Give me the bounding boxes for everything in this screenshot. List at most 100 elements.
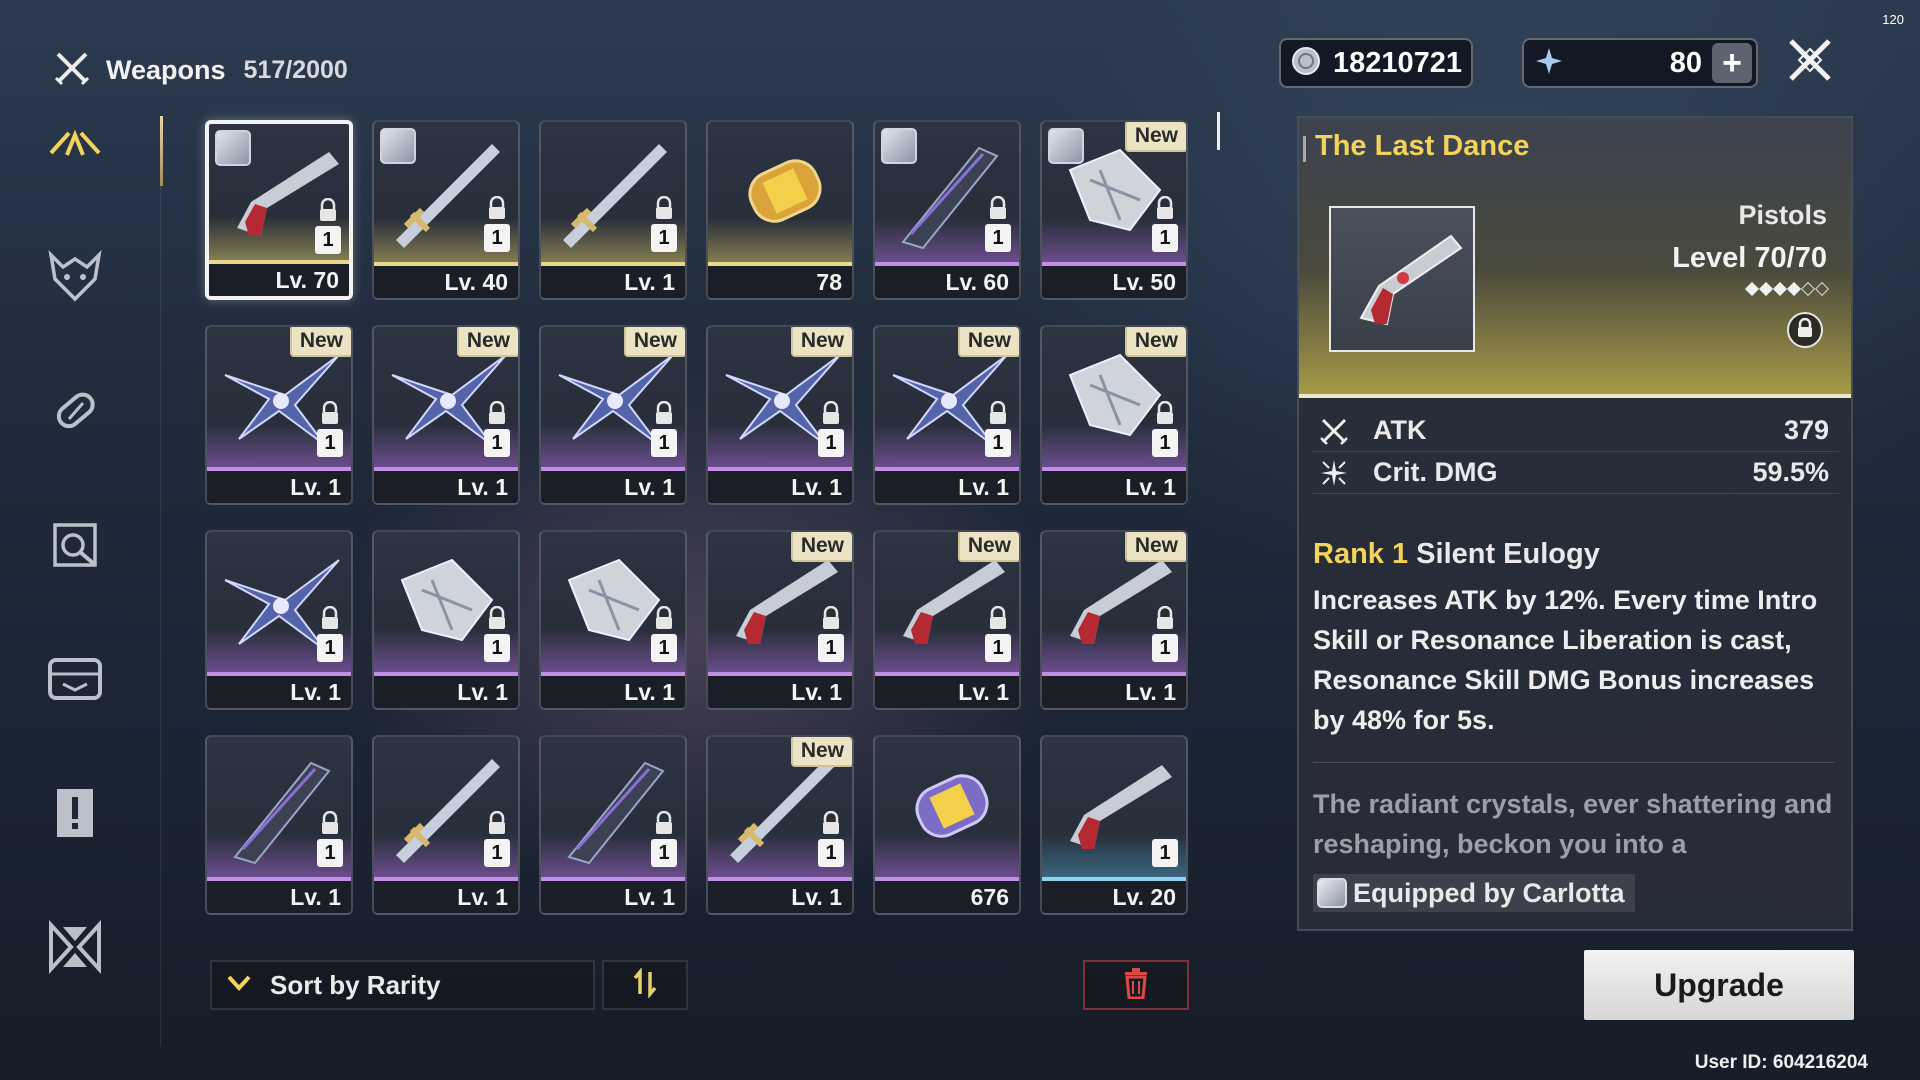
category-sidebar — [40, 110, 110, 1048]
weapon-card[interactable]: New 1 Lv. 1 — [873, 325, 1021, 505]
shell-credit-icon — [1291, 46, 1321, 81]
weapon-card[interactable]: 78 — [706, 120, 854, 300]
rank-badge: 1 — [1152, 429, 1178, 457]
weapon-detail-header: The Last Dance Pistols Level 70/70 — [1299, 118, 1851, 398]
chevron-down-icon — [226, 973, 252, 998]
weapon-card[interactable]: New 1 Lv. 1 — [706, 325, 854, 505]
weapon-card[interactable]: 1 Lv. 1 — [539, 735, 687, 915]
lock-icon — [990, 196, 1006, 219]
passive-description: Increases ATK by 12%. Every time Intro S… — [1313, 585, 1818, 735]
new-badge: New — [790, 327, 852, 357]
avatar — [1048, 128, 1084, 164]
upgrade-button[interactable]: Upgrade — [1584, 950, 1854, 1020]
card-footer: Lv. 1 — [374, 471, 518, 503]
rank-badge: 1 — [484, 839, 510, 867]
card-footer: 676 — [875, 881, 1019, 913]
stat-value: 379 — [1783, 415, 1829, 445]
passive-rank: Rank 1 — [1313, 538, 1409, 570]
sidebar-item-development[interactable] — [40, 512, 110, 582]
lock-icon — [823, 811, 839, 834]
weapon-card[interactable]: 1 Lv. 1 — [372, 735, 520, 915]
stat-row-atk: ATK 379 — [1313, 410, 1839, 452]
ascension-stars — [1744, 281, 1830, 297]
card-footer: Lv. 1 — [207, 881, 351, 913]
rank-badge: 1 — [985, 634, 1011, 662]
sort-order-button[interactable] — [602, 960, 688, 1010]
title-accent-bar — [1303, 136, 1306, 162]
sidebar-item-special[interactable] — [40, 914, 110, 984]
rank-badge: 1 — [651, 429, 677, 457]
ascension-diamond — [1744, 281, 1760, 297]
astrite-display: 80 + — [1522, 38, 1758, 88]
weapon-card[interactable]: 1 Lv. 1 — [205, 530, 353, 710]
stat-name: ATK — [1373, 415, 1427, 445]
lock-icon — [656, 196, 672, 219]
weapon-card[interactable]: New 1 Lv. 1 — [1040, 325, 1188, 505]
weapon-card[interactable]: New 1 Lv. 1 — [1040, 530, 1188, 710]
trash-icon — [1122, 967, 1150, 1004]
development-item-icon — [47, 517, 103, 578]
weapon-card[interactable]: 1 Lv. 1 — [539, 120, 687, 300]
stat-value: 59.5% — [1752, 457, 1829, 487]
card-footer: Lv. 1 — [207, 676, 351, 708]
resource-box-icon — [45, 654, 105, 709]
weapon-card[interactable]: New 1 Lv. 1 — [873, 530, 1021, 710]
weapon-card[interactable]: New 1 Lv. 1 — [706, 530, 854, 710]
ascension-diamond — [1786, 281, 1802, 297]
new-badge: New — [1124, 122, 1186, 152]
upgrade-material-icon — [47, 383, 103, 444]
new-badge: New — [790, 737, 852, 767]
weapon-card[interactable]: New 1 Lv. 1 — [205, 325, 353, 505]
rank-badge: 1 — [651, 224, 677, 252]
card-footer: Lv. 70 — [209, 264, 349, 296]
card-footer: Lv. 1 — [708, 676, 852, 708]
close-icon — [1785, 35, 1835, 90]
lock-icon — [823, 401, 839, 424]
astrite-value: 80 — [1669, 46, 1702, 79]
page-title: Weapons — [106, 55, 226, 85]
grid-scrollbar[interactable] — [1217, 112, 1220, 150]
weapon-card[interactable]: 1 Lv. 40 — [372, 120, 520, 300]
weapon-level: Level 70/70 — [1672, 242, 1827, 275]
weapon-grid: 1 Lv. 70 1 Lv. 40 1 Lv. 1 78 1 Lv. 60 New 1 Lv. 50 N… — [205, 120, 1195, 920]
shell-credits-display: 18210721 — [1279, 38, 1473, 88]
passive-title: Rank 1 Silent Eulogy — [1313, 538, 1600, 571]
close-button[interactable] — [1782, 34, 1838, 90]
weapon-card[interactable]: 1 Lv. 1 — [539, 530, 687, 710]
card-footer: Lv. 1 — [541, 676, 685, 708]
lock-icon — [322, 606, 338, 629]
weapon-card[interactable]: 676 — [873, 735, 1021, 915]
add-astrite-button[interactable]: + — [1712, 43, 1752, 83]
sidebar-item-resources[interactable] — [40, 646, 110, 716]
weapon-lock-toggle[interactable] — [1787, 312, 1823, 348]
new-badge: New — [289, 327, 351, 357]
new-badge: New — [957, 327, 1019, 357]
rank-badge: 1 — [315, 226, 341, 254]
sidebar-item-echoes[interactable] — [40, 244, 110, 314]
weapon-card[interactable]: New 1 Lv. 50 — [1040, 120, 1188, 300]
weapon-card[interactable]: New 1 Lv. 1 — [706, 735, 854, 915]
pistol-icon — [1359, 234, 1463, 326]
sort-label: Sort by Rarity — [270, 969, 441, 1000]
rank-badge: 1 — [1152, 224, 1178, 252]
dismantle-button[interactable] — [1083, 960, 1189, 1010]
rank-badge: 1 — [1152, 634, 1178, 662]
weapon-card[interactable]: New 1 Lv. 1 — [539, 325, 687, 505]
rank-badge: 1 — [317, 429, 343, 457]
weapon-card[interactable]: 1 Lv. 1 — [205, 735, 353, 915]
sidebar-item-quest[interactable] — [40, 780, 110, 850]
lock-icon — [489, 196, 505, 219]
weapon-card[interactable]: New 1 Lv. 1 — [372, 325, 520, 505]
weapon-card[interactable]: 1 Lv. 20 — [1040, 735, 1188, 915]
new-badge: New — [623, 327, 685, 357]
sidebar-item-materials[interactable] — [40, 378, 110, 448]
equipped-by-label: Equipped by Carlotta — [1353, 877, 1625, 908]
weapon-card[interactable]: 1 Lv. 70 — [205, 120, 353, 300]
weapons-crossed-icon — [52, 48, 92, 93]
lock-icon — [489, 811, 505, 834]
sidebar-item-weapons[interactable] — [40, 110, 110, 180]
weapon-card[interactable]: 1 Lv. 1 — [372, 530, 520, 710]
lock-icon — [1157, 606, 1173, 629]
weapon-card[interactable]: 1 Lv. 60 — [873, 120, 1021, 300]
sort-dropdown[interactable]: Sort by Rarity — [210, 960, 595, 1010]
